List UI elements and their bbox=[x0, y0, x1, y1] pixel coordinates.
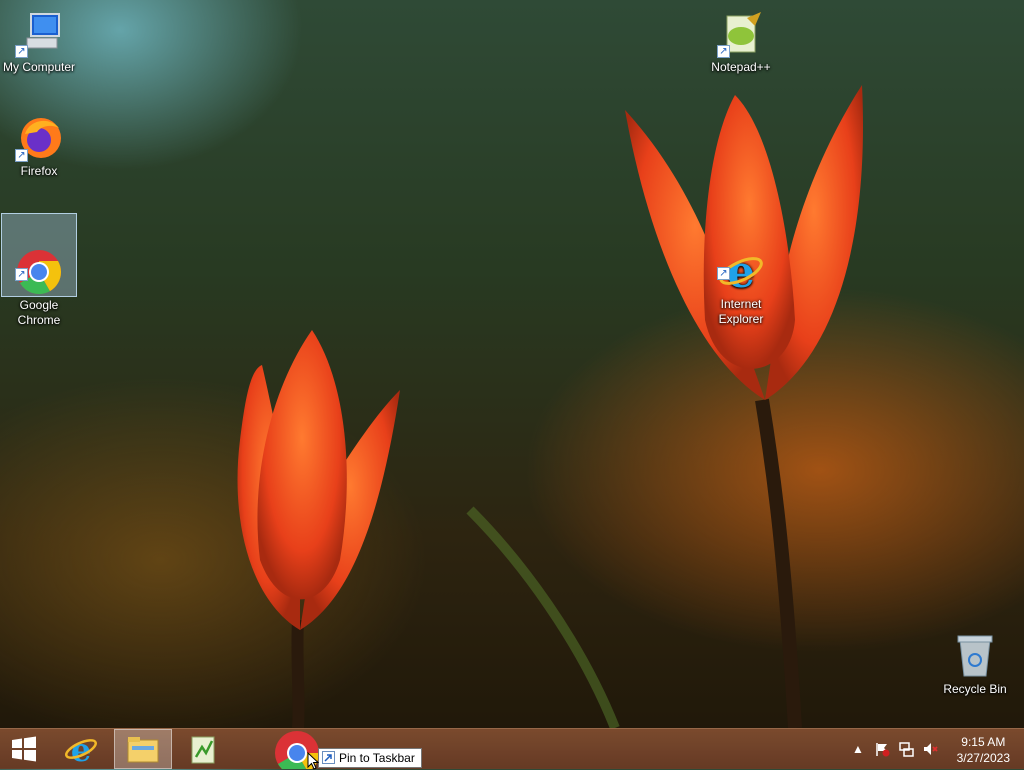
pin-to-taskbar-tooltip: Pin to Taskbar bbox=[318, 748, 422, 768]
clock-date: 3/27/2023 bbox=[956, 751, 1010, 765]
tooltip-label: Pin to Taskbar bbox=[339, 751, 415, 765]
desktop-icon-recycle-bin[interactable]: Recycle Bin bbox=[937, 628, 1013, 697]
shortcut-arrow-icon bbox=[322, 751, 335, 764]
show-hidden-icons-icon[interactable]: ▲ bbox=[850, 741, 866, 757]
desktop-icon-label: My Computer bbox=[2, 60, 76, 74]
windows-logo-icon bbox=[12, 736, 36, 762]
taskbar[interactable]: e ▲ 9:15 AM 3/27/2023 bbox=[0, 728, 1024, 769]
firefox-icon: ↗ bbox=[15, 114, 63, 162]
start-button[interactable] bbox=[0, 729, 48, 769]
ie-icon: e bbox=[65, 732, 97, 766]
taskbar-ie-button[interactable]: e bbox=[52, 729, 110, 769]
action-center-flag-icon[interactable] bbox=[874, 741, 890, 757]
desktop-icon-label: Google Chrome bbox=[17, 298, 61, 327]
svg-text:e: e bbox=[71, 732, 91, 766]
notepadpp-icon bbox=[191, 736, 215, 764]
wallpaper-tulips bbox=[237, 85, 864, 728]
network-icon[interactable] bbox=[898, 741, 914, 757]
volume-muted-icon[interactable] bbox=[922, 741, 938, 757]
desktop-icon-internet-explorer[interactable]: e ↗ Internet Explorer bbox=[703, 213, 779, 342]
computer-icon: ↗ bbox=[15, 10, 63, 58]
mouse-cursor-icon bbox=[307, 752, 319, 770]
desktop-icon-label: Internet Explorer bbox=[718, 297, 764, 326]
chrome-icon: ↗ bbox=[15, 233, 63, 295]
shortcut-arrow-icon: ↗ bbox=[15, 268, 28, 281]
svg-text:e: e bbox=[727, 247, 755, 295]
shortcut-arrow-icon: ↗ bbox=[15, 45, 28, 58]
desktop-icon-my-computer[interactable]: ↗ My Computer bbox=[1, 6, 77, 75]
desktop-icon-label: Firefox bbox=[20, 164, 58, 178]
taskbar-notepadpp-button[interactable] bbox=[174, 729, 232, 769]
desktop-icon-label: Notepad++ bbox=[711, 60, 771, 74]
clock-time: 9:15 AM bbox=[961, 735, 1006, 749]
taskbar-file-explorer-button[interactable] bbox=[114, 729, 172, 769]
taskbar-clock[interactable]: 9:15 AM 3/27/2023 bbox=[957, 734, 1010, 766]
notepadpp-icon: ↗ bbox=[717, 10, 765, 58]
shortcut-arrow-icon: ↗ bbox=[717, 45, 730, 58]
shortcut-arrow-icon: ↗ bbox=[717, 267, 730, 280]
desktop-icon-label: Recycle Bin bbox=[943, 682, 1007, 696]
file-explorer-icon bbox=[127, 737, 159, 763]
desktop-icon-notepadpp[interactable]: ↗ Notepad++ bbox=[703, 6, 779, 75]
desktop-icon-firefox[interactable]: ↗ Firefox bbox=[1, 110, 77, 179]
shortcut-arrow-icon: ↗ bbox=[15, 149, 28, 162]
desktop[interactable]: ↗ My Computer ↗ Firefox ↗ Google Chrome … bbox=[0, 0, 1024, 728]
recycle-bin-icon bbox=[951, 632, 999, 680]
ie-icon: e ↗ bbox=[717, 232, 765, 298]
desktop-icon-google-chrome[interactable]: ↗ Google Chrome bbox=[1, 213, 77, 327]
